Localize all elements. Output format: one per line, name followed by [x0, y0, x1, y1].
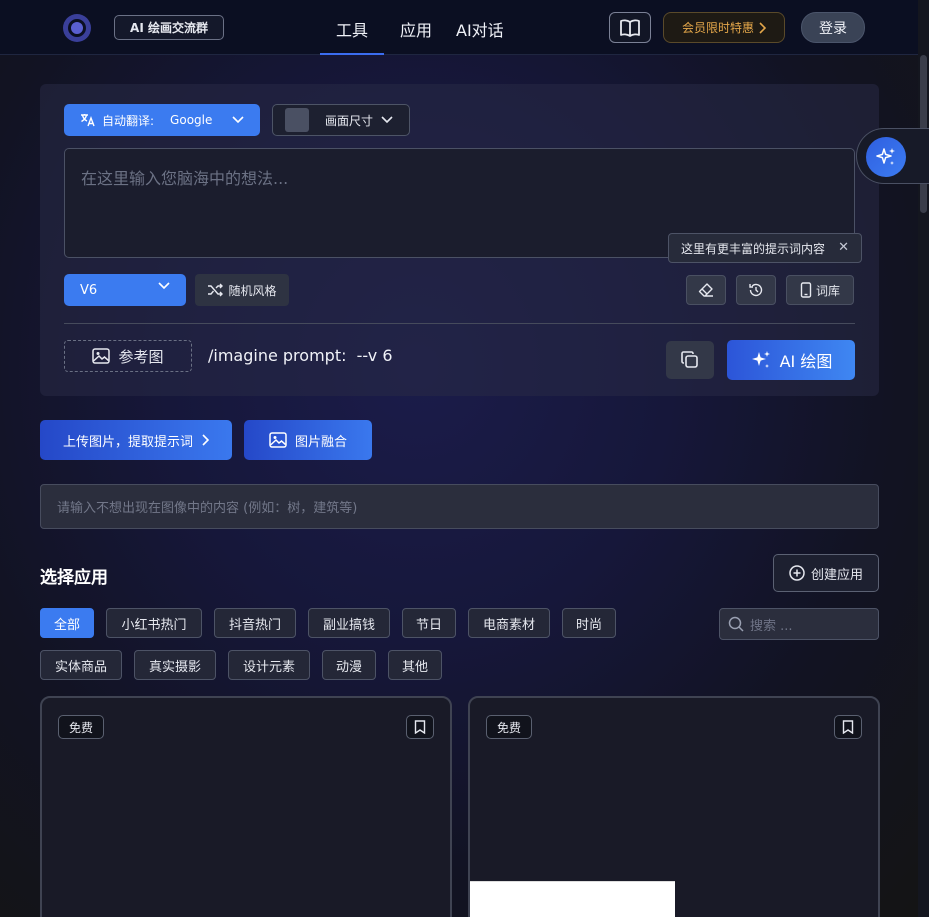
- copy-button[interactable]: [666, 341, 714, 379]
- chevron-right-icon: [202, 434, 209, 446]
- nav-apps[interactable]: 应用: [400, 17, 432, 41]
- extract-prompt-button[interactable]: 上传图片，提取提示词: [40, 420, 232, 460]
- clear-button[interactable]: [686, 275, 726, 305]
- history-button[interactable]: [736, 275, 776, 305]
- app-card[interactable]: 免费: [468, 696, 880, 917]
- tooltip-text: 这里有更丰富的提示词内容: [681, 241, 826, 256]
- lexicon-tooltip: 这里有更丰富的提示词内容 ✕: [668, 233, 862, 263]
- bookmark-icon: [842, 720, 854, 734]
- image-icon: [92, 348, 111, 364]
- search-placeholder: 搜索 ...: [750, 618, 793, 634]
- model-version-value: V6: [80, 282, 98, 298]
- plus-circle-icon: [789, 565, 805, 581]
- imagine-command: /imagine prompt: --v 6: [208, 346, 393, 365]
- app-card[interactable]: 免费: [40, 696, 452, 917]
- free-badge: 免费: [58, 715, 105, 739]
- translate-value: Google: [170, 113, 213, 127]
- image-size-select[interactable]: 画面尺寸: [272, 104, 410, 136]
- ai-group-button[interactable]: AI 绘画交流群: [114, 15, 224, 40]
- model-version-select[interactable]: V6: [64, 274, 186, 306]
- image-fusion-label: 图片融合: [294, 434, 347, 450]
- translate-label: 自动翻译:: [102, 113, 155, 128]
- lexicon-button[interactable]: 词库: [786, 275, 854, 305]
- auto-translate-select[interactable]: 自动翻译: Google: [64, 104, 260, 136]
- lexicon-label: 词库: [815, 283, 840, 298]
- top-nav: AI 绘画交流群 工具 应用 AI对话 会员限时特惠 登录: [0, 0, 918, 55]
- create-app-label: 创建应用: [810, 567, 863, 583]
- sparkle-icon: [751, 351, 770, 368]
- nav-tools[interactable]: 工具: [336, 17, 368, 41]
- image-fusion-button[interactable]: 图片融合: [244, 420, 372, 460]
- logo-icon[interactable]: [63, 14, 91, 42]
- search-icon: [728, 616, 744, 632]
- ai-draw-button[interactable]: AI 绘图: [727, 340, 855, 380]
- create-app-button[interactable]: 创建应用: [773, 554, 879, 592]
- vip-offer-label: 会员限时特惠: [681, 21, 754, 35]
- chip-ecommerce[interactable]: 电商素材: [468, 608, 550, 638]
- random-style-button[interactable]: 随机风格: [195, 274, 289, 306]
- size-label: 画面尺寸: [325, 113, 374, 128]
- eraser-icon: [698, 283, 713, 297]
- copy-icon: [681, 351, 698, 368]
- nav-ai-chat[interactable]: AI对话: [456, 17, 504, 41]
- card-preview-image: [470, 881, 675, 917]
- chip-douyin[interactable]: 抖音热门: [214, 608, 296, 638]
- panel-divider: [64, 323, 855, 324]
- chevron-down-icon: [381, 116, 393, 124]
- shuffle-icon: [208, 283, 224, 297]
- chevron-down-icon: [158, 282, 170, 290]
- chip-physical-goods[interactable]: 实体商品: [40, 650, 122, 680]
- sparkle-button[interactable]: [866, 137, 906, 177]
- translate-icon: [81, 114, 95, 127]
- bookmark-button[interactable]: [406, 715, 434, 739]
- docs-button[interactable]: [609, 12, 651, 43]
- random-style-label: 随机风格: [228, 283, 277, 298]
- bookmark-button[interactable]: [834, 715, 862, 739]
- chip-other[interactable]: 其他: [388, 650, 442, 680]
- history-icon: [749, 283, 763, 297]
- chip-anime[interactable]: 动漫: [322, 650, 376, 680]
- section-title: 选择应用: [40, 568, 108, 588]
- size-preview: [285, 108, 309, 132]
- free-badge: 免费: [486, 715, 533, 739]
- login-button[interactable]: 登录: [801, 12, 865, 43]
- image-icon: [269, 432, 287, 448]
- reference-image-label: 参考图: [118, 347, 164, 366]
- phone-icon: [800, 282, 812, 298]
- chip-fashion[interactable]: 时尚: [562, 608, 616, 638]
- chip-design[interactable]: 设计元素: [228, 650, 310, 680]
- chip-festival[interactable]: 节日: [402, 608, 456, 638]
- sparkle-icon: [876, 148, 895, 165]
- chip-xiaohongshu[interactable]: 小红书热门: [106, 608, 202, 638]
- close-icon[interactable]: ✕: [838, 240, 849, 255]
- bookmark-icon: [414, 720, 426, 734]
- chip-side-business[interactable]: 副业搞钱: [308, 608, 390, 638]
- nav-active-indicator: [320, 53, 384, 55]
- chip-photography[interactable]: 真实摄影: [134, 650, 216, 680]
- chevron-down-icon: [232, 116, 244, 124]
- vip-offer-button[interactable]: 会员限时特惠: [663, 12, 785, 43]
- extract-prompt-label: 上传图片，提取提示词: [62, 434, 193, 450]
- chip-all[interactable]: 全部: [40, 608, 94, 638]
- book-icon: [620, 18, 640, 37]
- chevron-right-icon: [759, 21, 766, 34]
- reference-image-button[interactable]: 参考图: [64, 340, 192, 372]
- ai-draw-label: AI 绘图: [779, 352, 833, 371]
- app-search-input[interactable]: 搜索 ...: [719, 608, 879, 640]
- ai-assistant-tab[interactable]: [856, 128, 929, 184]
- negative-prompt-input[interactable]: 请输入不想出现在图像中的内容 (例如：树，建筑等): [40, 484, 879, 529]
